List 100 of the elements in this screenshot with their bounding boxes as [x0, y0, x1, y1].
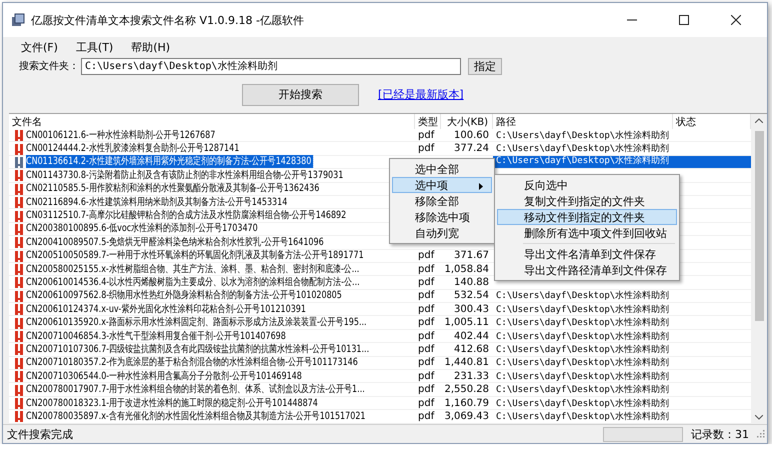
file-name-cell[interactable]: CN200780017907.7-用于水性涂料组合物的封装的着色剂、体系、试剂盒以及方法-公开号1...: [26, 383, 366, 396]
file-size-cell: 300.43: [454, 304, 489, 315]
file-type-cell: pdf: [418, 264, 434, 275]
file-size-cell: 1,058.84: [444, 264, 489, 275]
menu-item[interactable]: 导出文件名清单到文件保存: [497, 246, 677, 262]
file-type-cell: pdf: [418, 304, 434, 315]
pdf-file-icon: [14, 129, 24, 142]
pdf-file-icon: [14, 384, 24, 396]
file-type-cell: pdf: [418, 250, 434, 262]
file-name-cell[interactable]: CN200710107306.7-四级铵盐抗菌剂及含有此四级铵盐抗菌剂的抗菌水性涂料-公开号10131...: [26, 342, 371, 356]
file-name-cell[interactable]: CN200410089507.5-免焙烘无甲醛涂料染色纳米粘合剂水性胶乳-公开号1641096: [26, 236, 326, 249]
maximize-icon[interactable]: [679, 15, 689, 25]
folder-label: 搜索文件夹：: [19, 60, 79, 73]
folder-path-field[interactable]: C:\Users\dayf\Desktop\水性涂料助剂: [81, 58, 461, 74]
file-name-cell[interactable]: CN200510050589.7-一种用于水性环氧涂料的环氧固化剂乳液及其制备方法-公开号1891771: [26, 249, 366, 262]
file-size-cell: 412.68: [454, 344, 489, 355]
file-name-cell[interactable]: CN02116894.6-水性建筑涂料用纳米助剂及其制备方法-公开号1453314: [26, 196, 289, 209]
file-path-cell-text: C:\Users\dayf\Desktop\水性涂料助剂: [496, 330, 670, 343]
menu-item[interactable]: 自动列宽: [392, 225, 492, 241]
column-header[interactable]: 文件名: [9, 114, 415, 129]
file-type-cell: pdf: [418, 410, 434, 422]
menu-item[interactable]: 文件(F): [17, 40, 62, 56]
scroll-up-icon[interactable]: [755, 118, 763, 123]
file-name-cell[interactable]: CN200780035897.x-含有光催化剂的水性固化性涂料组合物及其制造方法-公开号101517021: [26, 410, 368, 423]
column-header[interactable]: 路径: [493, 114, 673, 129]
file-type-cell: pdf: [418, 384, 434, 396]
pdf-file-icon: [14, 222, 24, 235]
file-type-cell: pdf: [418, 330, 434, 342]
file-type-cell: pdf: [418, 276, 434, 288]
file-name-cell[interactable]: CN00106121.6-一种水性涂料助剂-公开号1267687: [26, 128, 217, 142]
file-name-cell[interactable]: CN200710306544.0-一种水性涂料用含氟高分子分散剂-公开号101469148: [26, 370, 304, 383]
file-name-cell[interactable]: CN200610135920.x-路面标示用水性涂料固定剂、路面标示形成方法及涂装装置-公开号195...: [26, 316, 368, 330]
menu-item[interactable]: 帮助(H): [127, 40, 174, 56]
file-path-cell-text: C:\Users\dayf\Desktop\水性涂料助剂: [496, 370, 670, 383]
file-size-cell: 371.67: [454, 250, 489, 262]
browse-button[interactable]: 指定: [468, 58, 502, 74]
pdf-file-icon: [14, 156, 24, 168]
file-path-cell-text: C:\Users\dayf\Desktop\水性涂料助剂: [496, 398, 670, 410]
file-path-cell-text: C:\Users\dayf\Desktop\水性涂料助剂: [496, 410, 670, 423]
file-name-cell[interactable]: CN00124444.2-水性乳胶漆涂料复合助剂-公开号1287141: [26, 142, 241, 156]
menu-item[interactable]: 移动文件到指定的文件夹: [497, 209, 677, 225]
pdf-file-icon: [14, 142, 24, 155]
file-name-cell[interactable]: CN200710046854.3-水性气干型涂料用复合催干剂-公开号101407698: [26, 330, 288, 343]
pdf-file-icon: [14, 236, 24, 248]
file-name-cell[interactable]: CN03112510.7-高摩尔比硅酸钾粘合剂的合成方法及水性防腐涂料组合物-公开号146892: [26, 209, 348, 222]
scroll-thumb[interactable]: [754, 131, 764, 321]
file-path-cell-text: C:\Users\dayf\Desktop\水性涂料助剂: [496, 344, 670, 356]
file-type-cell: pdf: [418, 344, 434, 355]
pdf-file-icon: [14, 169, 24, 182]
menu-item[interactable]: 选中全部: [392, 161, 492, 177]
file-size-cell: 100.60: [454, 130, 489, 141]
file-name-cell[interactable]: CN200780018323.1-用于改进水性涂料的施工时限的稳定剂-公开号101448874: [26, 396, 320, 410]
update-link[interactable]: [已经是最新版本]: [378, 87, 464, 102]
file-type-cell: pdf: [418, 357, 434, 368]
pdf-file-icon: [14, 370, 24, 382]
pdf-file-icon: [14, 276, 24, 288]
scrollbar[interactable]: [751, 114, 767, 424]
scroll-down-icon[interactable]: [755, 415, 763, 420]
file-size-cell: 3,069.43: [444, 410, 489, 422]
menu-item[interactable]: 反向选中: [497, 177, 677, 193]
pdf-file-icon: [14, 290, 24, 302]
file-path-cell-text: C:\Users\dayf\Desktop\水性涂料助剂: [496, 356, 670, 370]
file-name-cell[interactable]: CN200380100895.6-低voc水性涂料的添加剂-公开号1703470: [26, 222, 260, 236]
menu-item[interactable]: 选中项: [392, 177, 492, 193]
menu-item[interactable]: 导出文件路径清单到文件保存: [497, 262, 677, 278]
file-path-cell-text: C:\Users\dayf\Desktop\水性涂料助剂: [496, 384, 670, 396]
file-name-cell[interactable]: CN01143730.8-污染附着防止剂及含有该防止剂的非水性涂料用组合物-公开号1379031: [26, 168, 345, 182]
resize-grip-icon[interactable]: [757, 430, 765, 438]
file-path-cell-text: C:\Users\dayf\Desktop\水性涂料助剂: [496, 130, 670, 142]
menu-item[interactable]: 复制文件到指定的文件夹: [497, 193, 677, 209]
file-size-cell: 231.33: [454, 370, 489, 382]
pdf-file-icon: [14, 196, 24, 208]
file-type-cell: pdf: [418, 143, 434, 154]
record-count: 记录数：31: [691, 426, 749, 442]
file-path-cell-text: C:\Users\dayf\Desktop\水性涂料助剂: [496, 304, 670, 316]
menu-item[interactable]: 移除全部: [392, 193, 492, 209]
start-search-button[interactable]: 开始搜索: [242, 84, 359, 106]
file-name-cell[interactable]: CN01136614.2-水性建筑外墙涂料用紫外光稳定剂的制备方法-公开号1428380: [26, 155, 313, 168]
file-path-cell-text: C:\Users\dayf\Desktop\水性涂料助剂: [496, 316, 670, 330]
pdf-file-icon: [14, 343, 24, 356]
file-name-cell[interactable]: CN200710180357.2-作为底涂层的基于粘合剂混合物的水性涂料组合物-公开号101173146: [26, 356, 360, 370]
close-icon[interactable]: [731, 15, 741, 25]
file-name-cell[interactable]: CN200610014536.4-以水性丙烯酸树脂为主要成分、以水为溶剂的涂料组合物配制方法-公...: [26, 276, 362, 289]
file-type-cell: pdf: [418, 130, 434, 141]
file-size-cell: 1,005.11: [444, 317, 489, 328]
app-icon: [11, 13, 25, 27]
window-title: 亿愿按文件清单文本搜索文件名称 V1.0.9.18 -亿愿软件: [31, 12, 304, 28]
file-name-cell[interactable]: CN200610124374.x-uv-紫外光固化水性涂料印花粘合剂-公开号101210391: [26, 302, 308, 316]
column-header[interactable]: 类型: [415, 114, 441, 129]
menu-item[interactable]: 删除所有选中项文件到回收站: [497, 225, 677, 241]
file-name-cell[interactable]: CN200580025155.x-水性树脂组合物、其生产方法、涂料、墨、粘合剂、密封剂和底漆-公...: [26, 262, 361, 276]
pdf-file-icon: [14, 263, 24, 276]
file-name-cell[interactable]: CN200610097562.8-织物用水性热红外隐身涂料粘合剂的制备方法-公开号101020805: [26, 289, 344, 302]
pdf-file-icon: [14, 330, 24, 342]
column-header[interactable]: 大小(KB): [441, 114, 493, 129]
file-name-cell[interactable]: CN02110585.5-用作胶粘剂和涂料的水性聚氨酯分散液及其制备-公开号1362436: [26, 182, 321, 196]
menu-item[interactable]: 工具(T): [72, 40, 118, 56]
menu-item[interactable]: 移除选中项: [392, 209, 492, 225]
file-path-cell: C:\Users\dayf\Desktop\水性涂料助剂: [496, 155, 670, 168]
file-size-cell: 402.44: [454, 330, 489, 342]
